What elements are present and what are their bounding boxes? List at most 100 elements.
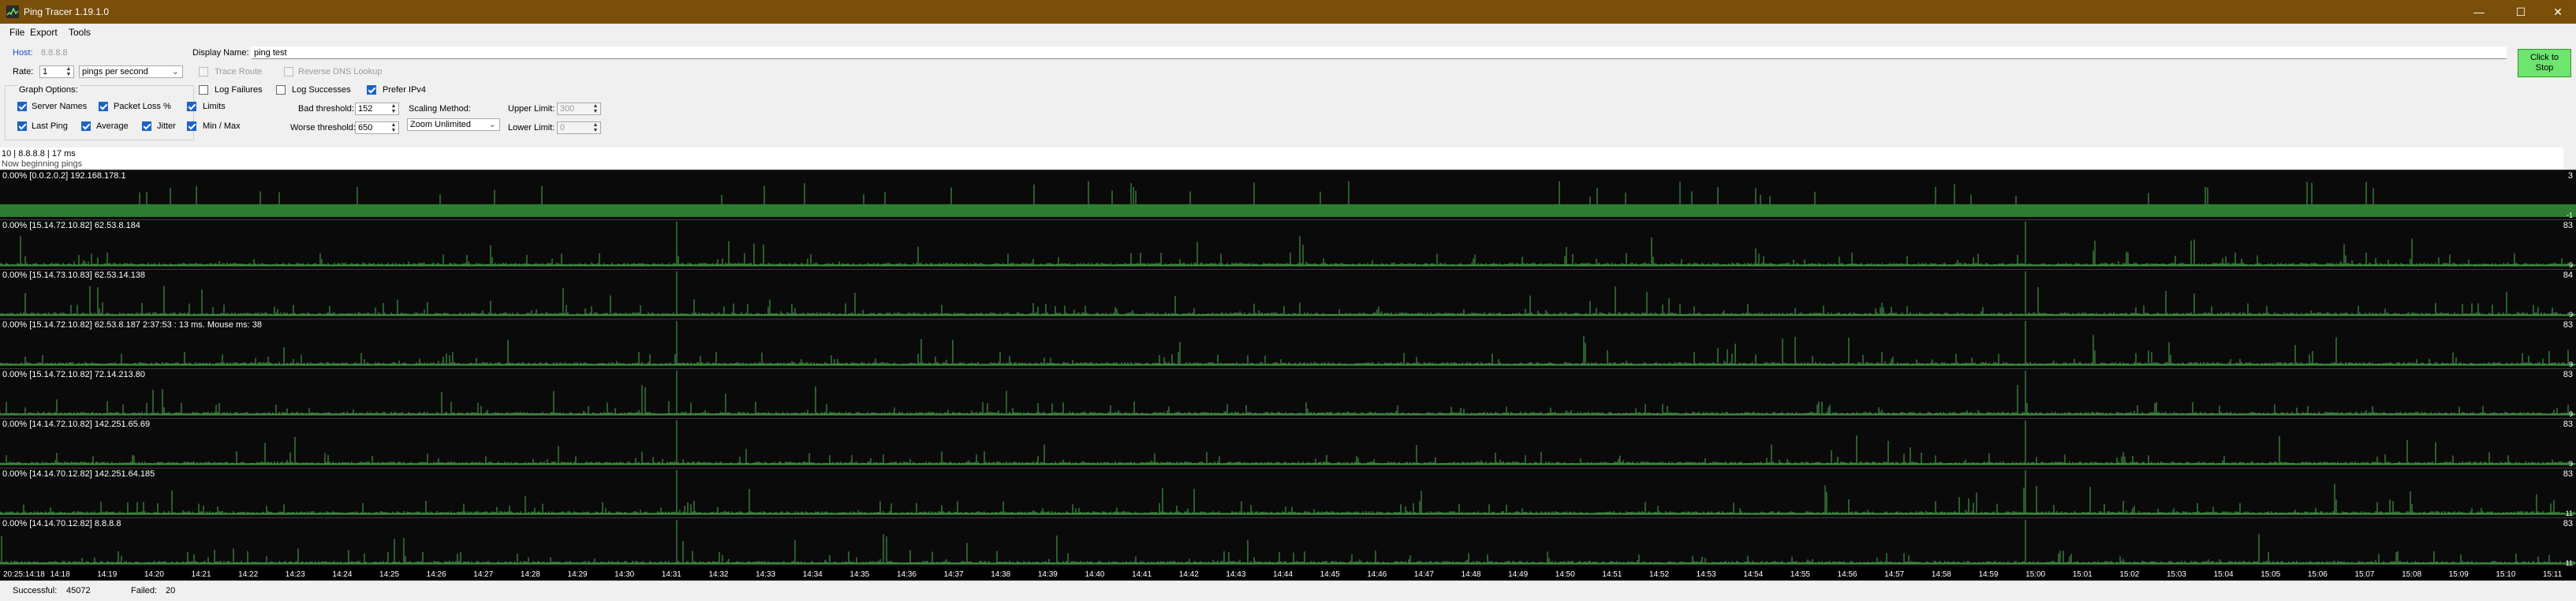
ping-graph-1[interactable]: 0.00% [0.0.2.0.2] 192.168.178.1 3 -1	[0, 170, 2576, 219]
display-name-input[interactable]: ping test	[251, 47, 2507, 59]
time-tick: 14:32	[708, 570, 729, 579]
time-tick: 14:34	[802, 570, 823, 579]
graph-max-label: 83	[2563, 519, 2573, 528]
time-tick: 14:53	[1696, 570, 1716, 579]
time-tick: 15:04	[2213, 570, 2234, 579]
ping-graph-8[interactable]: 0.00% [14.14.70.12.82] 8.8.8.8 83 11	[0, 517, 2576, 567]
upper-limit-spinner-icon[interactable]: ▲ ▼	[592, 103, 599, 114]
ping-graph-5[interactable]: 0.00% [15.14.72.10.82] 72.14.213.80 83 9	[0, 368, 2576, 418]
bad-threshold-input[interactable]: 152 ▲ ▼	[355, 103, 399, 115]
graph-min-label: 11	[2565, 510, 2573, 517]
graph-header: 0.00% [14.14.72.10.82] 142.251.65.69	[2, 420, 151, 429]
close-button[interactable]: ✕	[2540, 0, 2576, 24]
time-tick: 14:20	[144, 570, 164, 579]
graph-header: 0.00% [14.14.70.12.82] 142.251.64.185	[2, 469, 155, 479]
rate-unit-select[interactable]: pings per second ⌄	[79, 65, 183, 78]
host-label: Host:	[13, 48, 33, 58]
bad-threshold-spinner-icon[interactable]: ▲ ▼	[390, 103, 398, 114]
stop-button-line2: Stop	[2535, 63, 2554, 73]
reverse-dns-checkbox[interactable]	[284, 67, 293, 77]
packet-loss-checkbox[interactable]	[99, 102, 108, 111]
lower-limit-spinner-icon[interactable]: ▲ ▼	[592, 122, 599, 133]
time-tick: 14:54	[1743, 570, 1764, 579]
ping-graph-4[interactable]: 0.00% [15.14.72.10.82] 62.53.8.187 2:37:…	[0, 319, 2576, 368]
menu-file[interactable]: File	[9, 27, 24, 38]
time-tick: 14:48	[1461, 570, 1481, 579]
minimize-button[interactable]: —	[2461, 0, 2497, 24]
ping-line	[139, 181, 2374, 204]
time-tick: 15:02	[2119, 570, 2140, 579]
lower-limit-input[interactable]: 0 ▲ ▼	[557, 121, 601, 134]
time-tick: 14:21	[191, 570, 211, 579]
packet-loss-label: Packet Loss %	[114, 102, 171, 111]
prefer-ipv4-checkbox[interactable]	[367, 85, 376, 95]
lower-limit-label: Lower Limit:	[508, 123, 555, 133]
rate-spinner-icon[interactable]: ▲ ▼	[65, 66, 73, 77]
ping-graph-plot	[0, 371, 2576, 416]
ping-graph-plot	[0, 420, 2576, 465]
summary-status: Now beginning pings	[2, 159, 83, 169]
graph-header: 0.00% [0.0.2.0.2] 192.168.178.1	[2, 171, 126, 181]
worse-threshold-spinner-icon[interactable]: ▲ ▼	[390, 122, 398, 133]
last-ping-checkbox[interactable]	[17, 121, 27, 131]
time-tick: 14:37	[943, 570, 964, 579]
limits-label: Limits	[203, 102, 226, 111]
min-max-checkbox[interactable]	[187, 121, 196, 131]
time-tick: 14:29	[567, 570, 588, 579]
time-tick: 14:39	[1037, 570, 1058, 579]
ping-graph-6[interactable]: 0.00% [14.14.72.10.82] 142.251.65.69 83 9	[0, 418, 2576, 468]
log-failures-checkbox[interactable]	[199, 85, 208, 95]
time-tick: 14:25	[379, 570, 400, 579]
time-tick: 14:43	[1226, 570, 1246, 579]
time-tick: 14:51	[1602, 570, 1622, 579]
ping-line	[0, 420, 2576, 465]
rate-label: Rate:	[13, 67, 34, 77]
bad-threshold-value: 152	[358, 104, 373, 114]
limits-checkbox[interactable]	[187, 102, 196, 111]
worse-threshold-input[interactable]: 650 ▲ ▼	[355, 121, 399, 134]
min-max-label: Min / Max	[203, 121, 241, 131]
time-axis: 20:25:14:18 14:18 14:19 14:20 14:21 14:22 14:2…	[0, 569, 2576, 580]
graph-min-label: 11	[2565, 559, 2573, 567]
click-to-stop-button[interactable]: Click to Stop	[2518, 49, 2571, 77]
time-tick: 20:25:14:18	[3, 570, 45, 579]
ping-line	[0, 222, 2576, 267]
menu-export[interactable]: Export	[30, 27, 58, 38]
time-tick: 14:44	[1273, 570, 1294, 579]
time-tick: 14:24	[332, 570, 353, 579]
time-tick: 14:38	[991, 570, 1011, 579]
time-tick: 14:33	[756, 570, 776, 579]
log-successes-checkbox[interactable]	[276, 85, 286, 95]
ping-line	[0, 520, 2576, 565]
menu-tools[interactable]: Tools	[69, 27, 91, 38]
average-checkbox[interactable]	[81, 121, 91, 131]
maximize-button[interactable]: ☐	[2503, 0, 2539, 24]
ping-graph-2[interactable]: 0.00% [15.14.72.10.82] 62.53.8.184 83 9	[0, 219, 2576, 269]
chevron-down-icon: ⌄	[171, 67, 179, 77]
successful-value: 45072	[66, 586, 91, 595]
time-tick: 14:31	[661, 570, 681, 579]
scaling-method-select[interactable]: Zoom Unlimited ⌄	[407, 118, 500, 131]
server-names-label: Server Names	[32, 102, 88, 111]
trace-route-checkbox[interactable]	[199, 67, 208, 77]
upper-limit-label: Upper Limit:	[508, 104, 555, 114]
display-name-label: Display Name:	[192, 48, 249, 58]
graph-header: 0.00% [15.14.72.10.82] 72.14.213.80	[2, 370, 146, 379]
summary-area: 10 | 8.8.8.8 | 17 ms Now beginning pings	[0, 147, 2563, 170]
ping-graph-7[interactable]: 0.00% [14.14.70.12.82] 142.251.64.185 83 1…	[0, 468, 2576, 517]
title-bar: Ping Tracer 1.19.1.0 — ☐ ✕	[0, 0, 2576, 24]
server-names-checkbox[interactable]	[17, 102, 27, 111]
jitter-checkbox[interactable]	[142, 121, 151, 131]
graph-header: 0.00% [14.14.70.12.82] 8.8.8.8	[2, 519, 121, 528]
time-tick: 14:18	[50, 570, 70, 579]
time-tick: 14:35	[849, 570, 870, 579]
bad-threshold-label: Bad threshold:	[298, 104, 354, 114]
time-tick: 14:56	[1837, 570, 1857, 579]
trace-route-label: Trace Route	[215, 67, 263, 77]
rate-input[interactable]: 1 ▲ ▼	[39, 65, 74, 78]
ping-graph-3[interactable]: 0.00% [15.14.73.10.83] 62.53.14.138 84 9	[0, 269, 2576, 319]
time-tick: 14:36	[896, 570, 917, 579]
time-tick: 14:30	[614, 570, 635, 579]
upper-limit-input[interactable]: 300 ▲ ▼	[557, 103, 601, 115]
graphs-area[interactable]: 0.00% [0.0.2.0.2] 192.168.178.1 3 -1 0.00% …	[0, 170, 2576, 580]
